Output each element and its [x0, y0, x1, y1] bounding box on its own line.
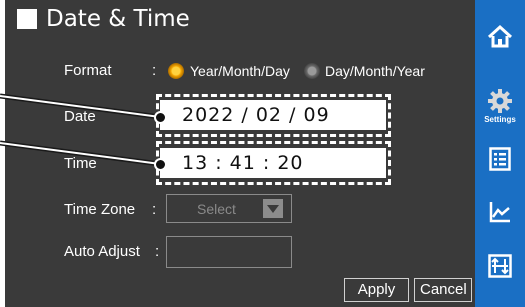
- time-zone-label: Time Zone: [64, 201, 136, 218]
- page-title: Date & Time: [46, 6, 190, 32]
- apply-button[interactable]: Apply: [344, 278, 409, 302]
- gear-icon: [488, 89, 512, 113]
- time-zone-colon: :: [152, 201, 157, 218]
- format-colon: :: [152, 62, 157, 79]
- time-zone-select[interactable]: Select: [166, 194, 292, 223]
- date-field[interactable]: 2022 / 02 / 09: [160, 100, 386, 130]
- sidebar-item-list[interactable]: [475, 147, 525, 171]
- date-callout-dot: [154, 111, 167, 124]
- chevron-down-icon[interactable]: [263, 199, 283, 218]
- cancel-button[interactable]: Cancel: [414, 278, 472, 302]
- auto-adjust-field[interactable]: [166, 236, 292, 268]
- time-label: Time: [64, 155, 97, 172]
- title-bar: Date & Time: [5, 0, 475, 38]
- date-value: 2022 / 02 / 09: [182, 104, 330, 126]
- option-day-month-year[interactable]: Day/Month/Year: [325, 63, 425, 79]
- format-label: Format: [64, 62, 112, 79]
- sidebar-item-settings-label: Settings: [484, 115, 516, 124]
- time-zone-select-value: Select: [197, 200, 236, 217]
- device-screen: Date & Time Format : Year/Month/Day Day/…: [5, 0, 475, 307]
- auto-adjust-colon: :: [155, 243, 160, 260]
- sidebar-item-adjust[interactable]: [475, 254, 525, 278]
- list-icon: [489, 147, 511, 171]
- radio-year-month-day[interactable]: [168, 63, 184, 79]
- sidebar-item-home[interactable]: [475, 24, 525, 48]
- chart-icon: [489, 202, 510, 223]
- option-year-month-day[interactable]: Year/Month/Day: [190, 63, 290, 79]
- title-square-icon: [17, 9, 37, 29]
- sidebar: Settings: [475, 0, 525, 307]
- time-value: 13 : 41 : 20: [182, 152, 304, 174]
- sidebar-item-settings[interactable]: Settings: [475, 88, 525, 124]
- auto-adjust-label: Auto Adjust: [64, 243, 140, 260]
- date-label: Date: [64, 108, 96, 125]
- adjust-icon: [488, 254, 512, 278]
- home-icon: [487, 24, 513, 48]
- radio-day-month-year[interactable]: [304, 63, 320, 79]
- sidebar-item-chart[interactable]: [475, 201, 525, 223]
- time-callout-dot: [154, 158, 167, 171]
- time-field[interactable]: 13 : 41 : 20: [160, 148, 386, 178]
